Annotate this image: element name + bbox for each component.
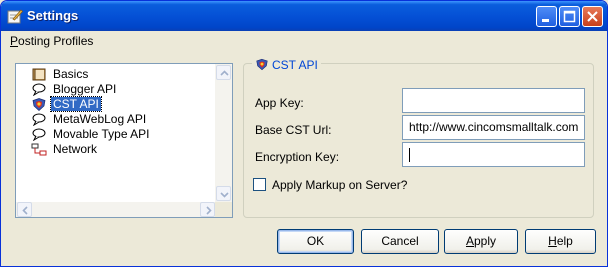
help-button[interactable]: Help [525, 229, 596, 254]
base-url-label: Base CST Url: [255, 123, 332, 137]
text-caret [409, 147, 410, 162]
chevron-down-icon [220, 192, 229, 198]
close-icon [587, 11, 598, 22]
profile-tree[interactable]: Basics Blogger API CST API MetaWebLog AP… [15, 63, 233, 218]
scroll-right-button[interactable] [200, 202, 215, 217]
menu-posting-profiles[interactable]: Posting Profiles [10, 34, 93, 48]
maximize-icon [563, 10, 576, 23]
network-icon [31, 143, 47, 156]
chevron-left-icon [22, 206, 28, 215]
group-title: CST API [252, 58, 321, 72]
apply-markup-label[interactable]: Apply Markup on Server? [272, 178, 407, 192]
menu-bar: Posting Profiles [5, 32, 603, 51]
horizontal-scrollbar[interactable] [16, 202, 216, 217]
scroll-down-button[interactable] [216, 186, 231, 201]
shield-icon [256, 58, 268, 71]
tree-item-label: MetaWebLog API [53, 112, 147, 126]
speech-bubble-icon [32, 128, 46, 141]
window-title: Settings [27, 8, 79, 23]
base-url-field[interactable]: http://www.cincomsmalltalk.com [402, 115, 585, 140]
title-bar[interactable]: Settings [1, 1, 607, 31]
group-title-label: CST API [272, 58, 318, 72]
tree-item-label: Blogger API [53, 82, 117, 96]
app-key-field[interactable] [402, 88, 585, 113]
settings-app-icon [7, 9, 23, 24]
settings-window: Settings Posting Profiles Basics Blogger… [0, 0, 608, 267]
vertical-scrollbar[interactable] [215, 64, 232, 203]
chevron-right-icon [206, 206, 212, 215]
cancel-button[interactable]: Cancel [361, 229, 439, 254]
speech-bubble-icon [32, 83, 46, 96]
book-icon [32, 68, 46, 81]
tree-item-label: Network [53, 142, 98, 156]
minimize-button[interactable] [536, 6, 557, 27]
ok-button[interactable]: OK [277, 229, 354, 254]
scrollbar-corner [215, 202, 232, 217]
apply-button[interactable]: Apply [444, 229, 518, 254]
minimize-icon [542, 19, 549, 22]
tree-item-label: Basics [53, 67, 89, 81]
shield-icon [32, 98, 46, 111]
tree-item-label: CST API [50, 96, 102, 112]
scroll-left-button[interactable] [17, 202, 32, 217]
tree-item-label: Movable Type API [53, 127, 150, 141]
maximize-button[interactable] [559, 6, 580, 27]
cst-api-group: CST API [243, 58, 594, 218]
encryption-key-field[interactable] [402, 142, 585, 167]
app-key-label: App Key: [255, 96, 304, 110]
encryption-key-label: Encryption Key: [255, 150, 340, 164]
close-button[interactable] [582, 6, 603, 27]
chevron-up-icon [220, 70, 229, 76]
speech-bubble-icon [32, 113, 46, 126]
scroll-up-button[interactable] [216, 65, 231, 80]
apply-markup-checkbox[interactable] [253, 178, 266, 191]
